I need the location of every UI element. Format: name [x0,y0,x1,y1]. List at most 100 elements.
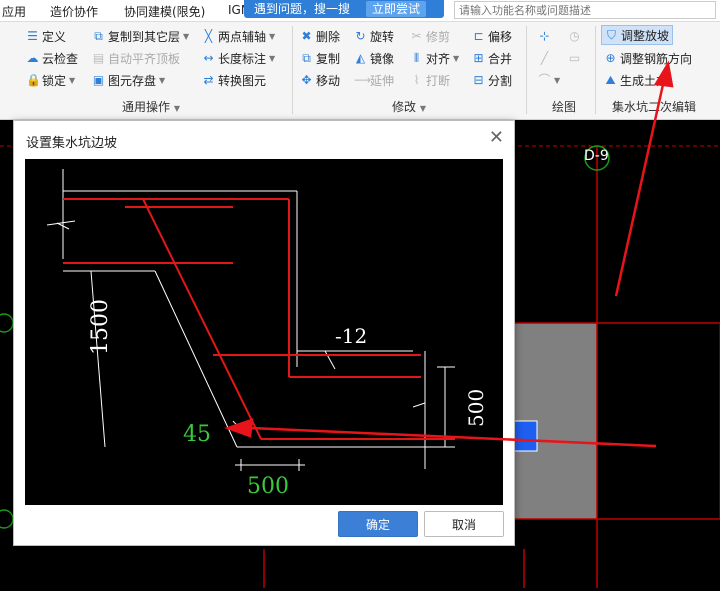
offset-icon: ⊏ [473,28,484,43]
sump-slope-dialog: 设置集水坑边坡 ✕ 1500 -12 500 45 500 确定 取消 [13,120,515,546]
copy-to-other-floor-button[interactable]: ⧉ 复制到其它层 ▼ [92,26,189,46]
cancel-button[interactable]: 取消 [424,511,504,537]
merge-button[interactable]: ⊞ 合并 [472,48,512,68]
offset-button[interactable]: ⊏ 偏移 [472,26,512,46]
adjust-slope-button[interactable]: ⛉ 调整放坡 [601,25,674,45]
chevron-down-icon: ▼ [554,75,561,85]
delete-button[interactable]: ✖ 删除 [300,26,340,46]
mirror-button[interactable]: ◭ 镜像 [354,48,394,68]
axis-bubble [0,509,14,529]
move-icon: ✥ [301,72,312,87]
align-icon: ⫴ [413,50,420,65]
break-button[interactable]: ⌇ 打断 [410,70,450,90]
level-slab-icon: ▤ [92,50,105,65]
chevron-down-icon: ▼ [269,31,276,41]
slope-diagram: 1500 -12 500 45 500 [25,159,503,505]
dialog-title: 设置集水坑边坡 [26,136,118,151]
mirror-icon: ◭ [355,50,366,65]
rebar-slope [142,198,262,440]
dim-line-vertical [90,270,106,448]
cloud-check-button[interactable]: ☁ 云检查 [26,48,79,68]
elevation-label: -12 [335,324,367,348]
adjust-rebar-direction-button[interactable]: ⊕ 调整钢筋方向 [604,48,692,68]
break-icon: ⌇ [413,72,420,87]
slope-diagram-svg: 1500 -12 500 45 500 [46,169,488,499]
rebar-direction-icon: ⊕ [605,50,616,65]
cloud-check-icon: ☁ [26,50,39,65]
move-button[interactable]: ✥ 移动 [300,70,340,90]
dim-offset-label[interactable]: 500 [247,474,289,499]
menu-bar: 应用 造价协作 协同建模(限免) IGN 遇到问题，搜一搜 立即尝试 [0,0,720,22]
group-label-draw: 绘图 [552,100,577,114]
break-mark [46,220,76,226]
chevron-down-icon: ▼ [159,75,166,85]
ribbon-toolbar: ☰ 定义 ☁ 云检查 🔒 锁定 ▼ ⧉ 复制到其它层 ▼ ▤ 自动平齐顶板 ▣ 图元存盘 ▼ ╳ 两… [0,22,720,120]
save-icon: ▣ [92,72,105,87]
axis-label: D-9 [584,148,609,164]
delete-icon: ✖ [301,28,312,43]
try-now-button[interactable]: 立即尝试 [366,1,427,17]
draw-arc-button[interactable]: ⌒ ▼ [538,70,560,90]
chevron-down-icon: ▼ [453,53,460,63]
rotate-icon: ↻ [355,28,366,43]
generate-earthwork-button[interactable]: ⛰ 生成土方 [604,70,668,90]
two-point-axis-button[interactable]: ╳ 两点辅轴 ▼ [202,26,275,46]
group-label-common: 通用操作 ▼ [122,100,180,114]
chevron-down-icon: ▼ [69,75,76,85]
define-button[interactable]: ☰ 定义 [26,26,66,46]
axis-icon: ╳ [204,28,213,43]
slope-line [154,270,238,448]
menu-app[interactable]: 应用 [2,3,26,20]
draw-line-button[interactable]: ╱ [538,48,551,68]
ok-button[interactable]: 确定 [338,511,418,537]
slope-icon: ⛉ [606,27,616,42]
align-button[interactable]: ⫴ 对齐 ▼ [410,48,459,68]
angle-label[interactable]: 45 [183,422,211,447]
trim-button[interactable]: ✂ 修剪 [410,26,450,46]
chevron-down-icon: ▼ [269,53,276,63]
search-input[interactable] [454,1,716,19]
draw-rotate-point-button[interactable]: ◷ [568,26,581,46]
group-separator [526,26,527,114]
auto-level-slab-button[interactable]: ▤ 自动平齐顶板 [92,48,180,68]
elevation-mark [324,350,336,370]
dim-depth-label: 500 [464,389,488,427]
copy-floor-icon: ⧉ [94,28,103,43]
line-icon: ╱ [540,50,549,65]
clock-icon: ◷ [569,28,580,43]
arc-icon: ⌒ [538,72,551,87]
chevron-down-icon: ▼ [183,31,190,41]
merge-icon: ⊞ [473,50,484,65]
close-icon[interactable]: ✕ [489,127,504,148]
extend-button[interactable]: ⟶ 延伸 [354,70,394,90]
draw-point-button[interactable]: ⊹ [538,26,551,46]
rotate-button[interactable]: ↻ 旋转 [354,26,394,46]
rectangle-icon: ▭ [568,50,581,65]
lock-button[interactable]: 🔒 锁定 ▼ [26,70,75,90]
trim-icon: ✂ [411,28,422,43]
convert-element-button[interactable]: ⇄ 转换图元 [202,70,266,90]
length-dim-button[interactable]: ↔ 长度标注 ▼ [202,48,275,68]
split-button[interactable]: ⊟ 分割 [472,70,512,90]
extend-icon: ⟶ [354,72,372,87]
split-icon: ⊟ [473,72,484,87]
group-separator [292,26,293,114]
menu-collab-modeling[interactable]: 协同建模(限免) [124,3,205,20]
copy-icon: ⧉ [302,50,311,65]
axis-bubble [0,313,14,333]
element-save-button[interactable]: ▣ 图元存盘 ▼ [92,70,165,90]
break-mark [412,402,426,408]
copy-button[interactable]: ⧉ 复制 [300,48,340,68]
draw-rect-button[interactable]: ▭ [568,48,581,68]
group-label-sump-edit: 集水坑二次编辑 [612,100,697,114]
group-label-modify: 修改 ▼ [392,100,426,114]
convert-icon: ⇄ [203,72,214,87]
define-icon: ☰ [27,28,38,43]
selected-element[interactable] [512,420,538,452]
menu-cost-collab[interactable]: 造价协作 [50,3,98,20]
lock-icon: 🔒 [26,72,41,87]
group-separator [595,26,596,114]
help-banner-text: 遇到问题，搜一搜 [254,2,351,16]
point-icon: ⊹ [539,28,550,43]
grid-cell [596,322,720,520]
